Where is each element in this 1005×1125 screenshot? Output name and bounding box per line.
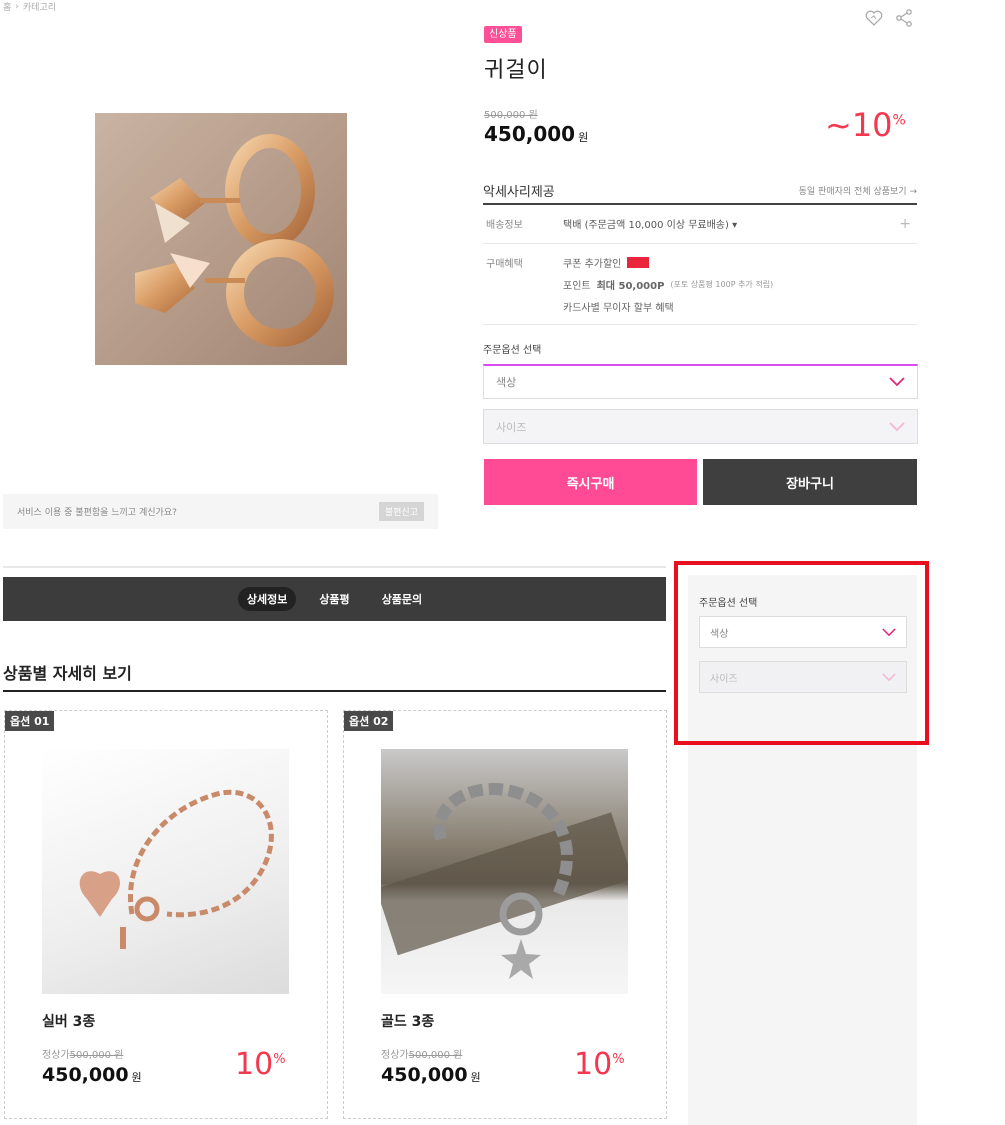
sidebar-color-select[interactable]: 색상 [699, 616, 907, 648]
seller-row: 악세사리제공 동일 판매자의 전체 상품보기 → [483, 177, 917, 205]
point-note: (포토 상품평 100P 추가 적립) [670, 280, 774, 289]
coupon-text: 쿠폰 추가할인 [563, 259, 622, 270]
option-discount-unit: % [612, 1052, 625, 1067]
shipping-label: 배송정보 [486, 220, 523, 231]
breadcrumb-home[interactable]: 홈 [3, 0, 11, 13]
color-select-placeholder: 색상 [496, 376, 517, 389]
shipping-info-row: 배송정보 택배 (주문금액 10,000 이상 무료배송) ▾ + [483, 206, 917, 244]
seller-name: 악세사리제공 [483, 184, 555, 200]
benefits-label: 구매혜택 [486, 259, 523, 270]
option-original-price: 정상가500,000 원 [381, 1046, 462, 1061]
option-discount-value: 10 [235, 1047, 274, 1082]
option-card[interactable]: 옵션 02 골드 3종 정상가500,000 원 450,000 원 10% [343, 710, 667, 1119]
option-discount: 10% [574, 1047, 625, 1082]
discount-unit: % [892, 112, 906, 129]
option-name: 실버 3종 [42, 1014, 96, 1030]
option-discount-unit: % [273, 1052, 286, 1067]
buy-now-button[interactable]: 즉시구매 [484, 459, 697, 505]
benefits-info-row: 구매혜택 쿠폰 추가할인 포인트 최대 50,000P (포토 상품평 100P… [483, 245, 917, 325]
option-price: 450,000 원 [381, 1064, 481, 1086]
details-section-title: 상품별 자세히 보기 [3, 664, 132, 683]
size-select-placeholder: 사이즈 [496, 420, 527, 434]
shipping-value[interactable]: 택배 (주문금액 10,000 이상 무료배송) ▾ [563, 216, 737, 231]
option-price-value: 450,000 [381, 1064, 468, 1086]
price-unit: 원 [578, 131, 589, 144]
chevron-down-icon [889, 377, 905, 387]
card-benefit-line: 카드사별 무이자 할부 혜택 [563, 299, 674, 314]
breadcrumb-category[interactable]: 카테고리 [23, 0, 56, 13]
chevron-down-icon [882, 627, 896, 636]
sidebar-options-title: 주문옵션 선택 [699, 598, 758, 609]
option-discount-value: 10 [574, 1047, 613, 1082]
sidebar-color-placeholder: 색상 [710, 628, 729, 640]
original-price-value: 500,000 원 [69, 1050, 124, 1061]
discount-rate: ~10% [825, 106, 906, 144]
option-badge: 옵션 01 [5, 711, 55, 731]
option-price-unit: 원 [131, 1071, 142, 1084]
add-to-cart-button[interactable]: 장바구니 [703, 459, 917, 505]
expand-plus-icon[interactable]: + [899, 216, 911, 232]
original-price: 500,000 원 [484, 110, 538, 121]
tab-inquiries[interactable]: 상품문의 [373, 587, 431, 611]
discount-value: ~10 [825, 106, 893, 144]
option-original-price: 정상가500,000 원 [42, 1046, 123, 1061]
option-name: 골드 3종 [381, 1014, 435, 1030]
option-image [376, 749, 633, 994]
chevron-down-icon [889, 421, 905, 431]
breadcrumb: 홈 › 카테고리 [3, 0, 56, 14]
wishlist-heart-icon[interactable] [864, 8, 884, 32]
original-price-label: 정상가 [42, 1050, 70, 1061]
top-icons [864, 8, 914, 32]
report-button[interactable]: 불편신고 [378, 502, 424, 521]
sidebar-size-placeholder: 사이즈 [710, 673, 738, 685]
color-select[interactable]: 색상 [483, 364, 918, 399]
bracelet-photo [79, 789, 274, 949]
coupon-flag-icon[interactable] [627, 257, 650, 268]
point-value: 최대 50,000P [596, 281, 665, 292]
option-image [42, 749, 289, 994]
sale-price-value: 450,000 [484, 122, 576, 146]
point-label: 포인트 [563, 281, 591, 292]
bracelet-photo [376, 783, 633, 979]
chevron-down-icon [882, 672, 896, 681]
tab-details[interactable]: 상세정보 [237, 587, 297, 611]
breadcrumb-separator: › [15, 1, 19, 12]
sale-price: 450,000 원 [484, 122, 588, 146]
share-icon[interactable] [894, 8, 914, 32]
coupon-line: 쿠폰 추가할인 [563, 255, 650, 270]
tab-reviews[interactable]: 상품평 [310, 587, 358, 611]
card-benefit-text: 카드사별 무이자 할부 혜택 [563, 303, 674, 314]
option-price-unit: 원 [470, 1071, 481, 1084]
details-section-line [3, 690, 666, 692]
sidebar-highlight-box [674, 561, 929, 745]
size-select[interactable]: 사이즈 [483, 409, 918, 444]
point-line: 포인트 최대 50,000P (포토 상품평 100P 추가 적립) [563, 277, 773, 292]
report-text: 서비스 이용 중 불편함을 느끼고 계신가요? [17, 508, 177, 518]
original-price-value: 500,000 원 [408, 1050, 463, 1061]
option-price-value: 450,000 [42, 1064, 129, 1086]
report-bar: 서비스 이용 중 불편함을 느끼고 계신가요? 불편신고 [3, 494, 438, 529]
order-options-title: 주문옵션 선택 [483, 345, 542, 356]
new-product-badge: 신상품 [484, 26, 522, 43]
option-card[interactable]: 옵션 01 실버 3종 정상가500,000 원 450,000 원 10% [4, 710, 328, 1119]
option-badge: 옵션 02 [344, 711, 394, 731]
option-discount: 10% [235, 1047, 286, 1082]
seller-all-products-link[interactable]: 동일 판매자의 전체 상품보기 → [799, 184, 917, 197]
section-divider [3, 566, 666, 568]
original-price-label: 정상가 [381, 1050, 409, 1061]
detail-tabs: 상세정보 상품평 상품문의 [3, 577, 666, 621]
product-title: 귀걸이 [484, 58, 548, 83]
option-price: 450,000 원 [42, 1064, 142, 1086]
sidebar-size-select[interactable]: 사이즈 [699, 661, 907, 693]
product-main-image [95, 113, 347, 365]
earrings-photo [135, 134, 334, 347]
